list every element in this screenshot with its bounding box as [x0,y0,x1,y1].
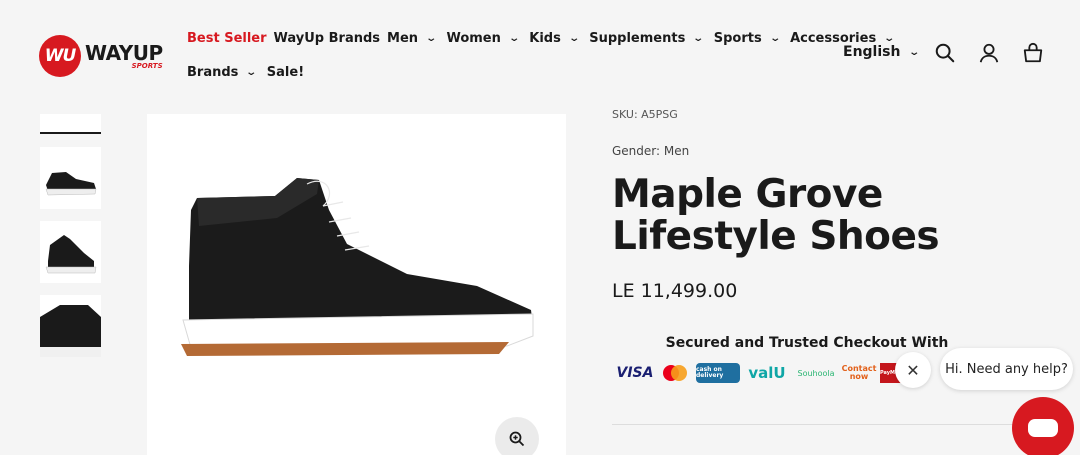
chevron-down-icon: ⌄ [908,46,921,58]
shoe-thumbnail-image [45,235,97,274]
account-icon[interactable] [978,42,1000,64]
site-logo[interactable]: WU WAYUP SPORTS [39,35,169,77]
secure-checkout-heading: Secured and Trusted Checkout With [665,335,949,351]
close-icon: ✕ [906,360,920,380]
nav-item-label: Women [446,30,501,46]
product-title: Maple Grove Lifestyle Shoes [612,172,940,259]
thumbnail-3[interactable] [40,221,101,283]
zoom-in-icon [509,431,525,447]
nav-item-women[interactable]: Women ⌄ [446,31,522,46]
zoom-button[interactable] [495,417,539,455]
chevron-down-icon: ⌄ [883,32,896,44]
contact-logo: Contact now [841,364,877,381]
cart-icon[interactable] [1022,42,1044,64]
language-selector[interactable]: English ⌄ [843,44,923,60]
logo-wordmark: WAYUP [85,40,163,65]
product-price: LE 11,499.00 [612,280,738,302]
main-nav: Best Seller WayUp Brands Men ⌄ Women ⌄ Kids ⌄ Su… [187,26,895,94]
nav-item-label: Best Seller [187,30,267,46]
chevron-down-icon: ⌄ [245,66,258,78]
nav-item-sports[interactable]: Sports ⌄ [714,31,783,46]
nav-item-supplements[interactable]: Supplements ⌄ [589,31,706,46]
chevron-down-icon: ⌄ [692,32,705,44]
nav-row-primary: Best Seller WayUp Brands Men ⌄ Women ⌄ Kids ⌄ Su… [187,26,895,50]
chevron-down-icon: ⌄ [568,32,580,44]
chevron-down-icon: ⌄ [425,32,438,44]
chat-greeting-bubble[interactable]: Hi. Need any help? [940,348,1073,390]
visa-logo: VISA [616,365,654,381]
souhoola-logo: Souhoola [797,368,835,378]
logo-mark: WU [39,35,81,77]
product-page: WU WAYUP SPORTS Best Seller WayUp Brands M… [0,0,1080,455]
valu-logo: valU [748,364,786,382]
chat-close-button[interactable]: ✕ [895,352,931,388]
nav-item-best-seller[interactable]: Best Seller [187,31,267,46]
thumbnail-2[interactable] [40,147,101,209]
nav-item-wayup-brands[interactable]: WayUp Brands [274,31,381,46]
logo-subtitle: SPORTS [131,61,163,70]
language-label: English [843,44,901,60]
thumbnail-4[interactable] [40,295,101,357]
nav-item-label: Brands [187,64,239,80]
thumbnail-active[interactable] [40,114,101,134]
nav-item-label: WayUp Brands [273,30,381,46]
nav-item-label: Men [387,30,419,46]
chat-launcher-button[interactable] [1012,397,1074,455]
cash-on-delivery-logo: cash on delivery [696,363,740,383]
nav-item-label: Sports [713,30,762,46]
chat-greeting-text: Hi. Need any help? [945,361,1068,377]
chat-icon [1028,419,1058,437]
mastercard-logo [660,363,690,383]
nav-item-men[interactable]: Men ⌄ [387,31,439,46]
nav-item-brands[interactable]: Brands ⌄ [187,65,260,80]
nav-row-secondary: Brands ⌄ Sale! [187,60,827,84]
nav-item-sale[interactable]: Sale! [267,65,304,80]
section-divider [612,424,1042,425]
shoe-thumbnail-image [40,305,101,357]
chevron-down-icon: ⌄ [508,32,520,44]
nav-item-label: Kids [529,30,561,46]
product-sku: SKU: A5PSG [612,108,678,121]
product-gender: Gender: Men [612,144,690,158]
nav-item-kids[interactable]: Kids ⌄ [529,31,582,46]
shoe-thumbnail-image [45,172,97,196]
nav-item-label: Sale! [266,64,305,80]
nav-item-label: Supplements [589,30,686,46]
chevron-down-icon: ⌄ [769,32,781,44]
product-main-image[interactable] [147,114,566,455]
search-icon[interactable] [934,42,956,64]
shoe-image [181,178,534,356]
